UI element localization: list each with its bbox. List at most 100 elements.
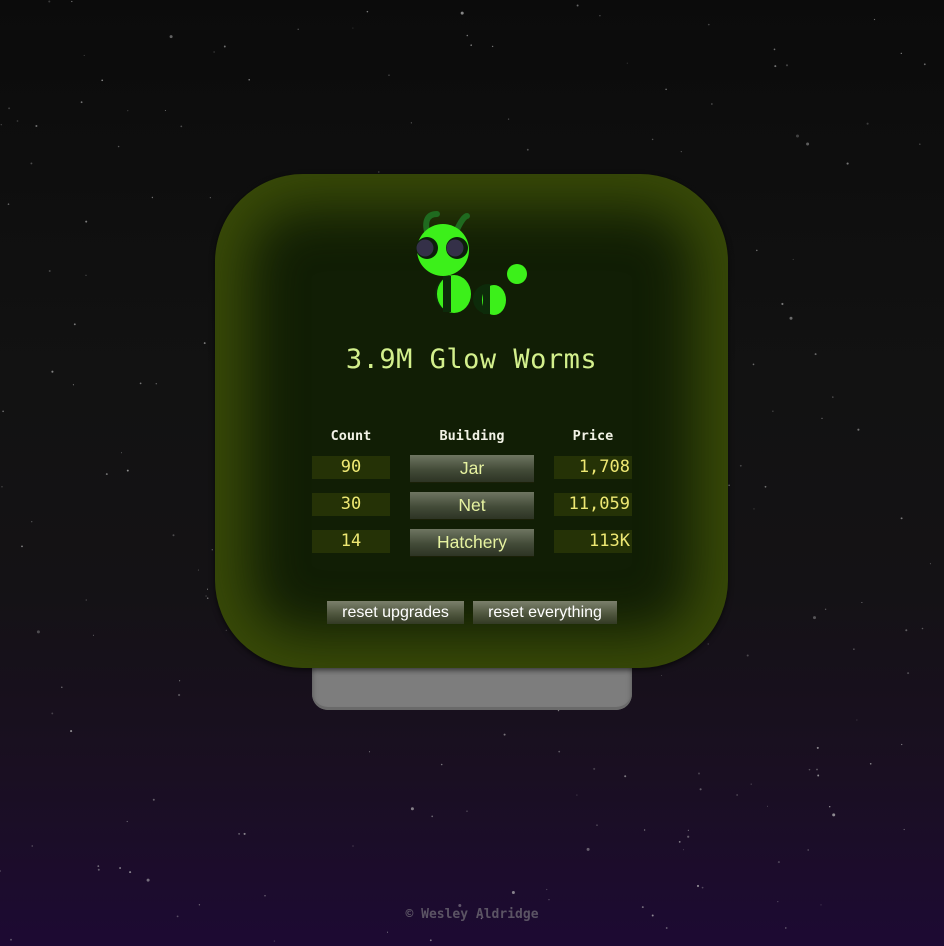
star bbox=[491, 45, 494, 48]
star bbox=[213, 51, 215, 53]
star bbox=[429, 939, 432, 942]
star bbox=[0, 870, 1, 872]
star bbox=[728, 484, 730, 487]
buy-jar-button[interactable]: Jar bbox=[410, 455, 534, 482]
star bbox=[410, 122, 412, 124]
star bbox=[388, 74, 390, 76]
star bbox=[71, 0, 73, 3]
star bbox=[548, 899, 550, 901]
star bbox=[36, 630, 40, 634]
star bbox=[687, 829, 690, 832]
star bbox=[807, 849, 810, 851]
star bbox=[846, 162, 849, 165]
star bbox=[169, 35, 173, 39]
building-count: 14 bbox=[312, 530, 390, 553]
star bbox=[120, 452, 123, 454]
building-row-jar: 90 Jar 1,708 bbox=[215, 455, 728, 482]
building-count: 30 bbox=[312, 493, 390, 516]
star bbox=[30, 162, 33, 165]
star bbox=[526, 148, 529, 151]
star bbox=[697, 772, 701, 775]
star bbox=[80, 101, 83, 104]
copyright-footer: © Wesley Aldridge bbox=[405, 907, 539, 922]
column-header-building: Building bbox=[439, 428, 505, 444]
star bbox=[796, 134, 799, 138]
star bbox=[179, 680, 181, 682]
star bbox=[856, 719, 858, 721]
star bbox=[750, 783, 752, 785]
star bbox=[739, 464, 742, 467]
star bbox=[164, 109, 166, 112]
star bbox=[752, 363, 755, 366]
star bbox=[51, 712, 54, 715]
star bbox=[178, 693, 181, 697]
star bbox=[785, 927, 787, 929]
star bbox=[643, 829, 646, 831]
star bbox=[832, 813, 836, 817]
star bbox=[197, 569, 199, 571]
star bbox=[466, 810, 468, 812]
star bbox=[586, 847, 590, 851]
star bbox=[51, 370, 54, 373]
star bbox=[869, 762, 872, 765]
score-label: Glow Worms bbox=[429, 344, 598, 375]
star bbox=[789, 316, 793, 320]
building-row-hatchery: 14 Hatchery 113K bbox=[215, 529, 728, 556]
star bbox=[816, 768, 818, 771]
star bbox=[0, 124, 2, 126]
star bbox=[431, 815, 434, 818]
glow-worm-icon[interactable] bbox=[415, 208, 535, 324]
star bbox=[31, 845, 33, 847]
star bbox=[576, 794, 578, 796]
buy-net-button[interactable]: Net bbox=[410, 492, 534, 519]
star bbox=[828, 805, 831, 808]
star bbox=[774, 65, 777, 68]
star bbox=[378, 171, 380, 173]
star bbox=[129, 871, 132, 874]
star bbox=[507, 118, 510, 120]
star bbox=[211, 549, 213, 551]
star bbox=[48, 0, 51, 3]
star bbox=[781, 302, 784, 306]
star bbox=[470, 44, 472, 46]
star bbox=[873, 18, 876, 21]
star bbox=[756, 249, 758, 252]
star bbox=[352, 27, 354, 29]
star bbox=[203, 342, 206, 345]
star bbox=[126, 469, 129, 472]
star bbox=[105, 473, 108, 476]
star bbox=[651, 138, 654, 141]
column-header-price: Price bbox=[572, 428, 614, 444]
star bbox=[767, 805, 768, 807]
building-row-net: 30 Net 11,059 bbox=[215, 492, 728, 519]
star bbox=[593, 767, 596, 770]
star bbox=[918, 143, 921, 146]
star bbox=[820, 904, 822, 906]
star bbox=[824, 608, 827, 611]
star bbox=[180, 125, 183, 128]
reset-everything-button[interactable]: reset everything bbox=[473, 601, 617, 624]
star bbox=[410, 807, 414, 811]
star bbox=[206, 588, 209, 590]
star bbox=[366, 10, 369, 13]
star bbox=[466, 34, 469, 37]
star bbox=[746, 654, 749, 657]
star bbox=[209, 197, 211, 199]
star bbox=[907, 672, 910, 675]
star bbox=[624, 775, 627, 778]
score-value: 3.9M bbox=[345, 344, 413, 375]
star bbox=[711, 103, 713, 105]
star bbox=[273, 940, 275, 942]
star bbox=[225, 629, 227, 632]
star bbox=[665, 88, 667, 91]
reset-upgrades-button[interactable]: reset upgrades bbox=[327, 601, 464, 624]
star bbox=[901, 743, 903, 746]
buy-hatchery-button[interactable]: Hatchery bbox=[410, 529, 534, 556]
star bbox=[85, 599, 88, 601]
building-price: 1,708 bbox=[554, 456, 632, 479]
star bbox=[72, 384, 74, 386]
star bbox=[97, 868, 100, 871]
star bbox=[8, 107, 11, 110]
star bbox=[808, 768, 811, 771]
score-title: 3.9M Glow Worms bbox=[215, 344, 728, 375]
